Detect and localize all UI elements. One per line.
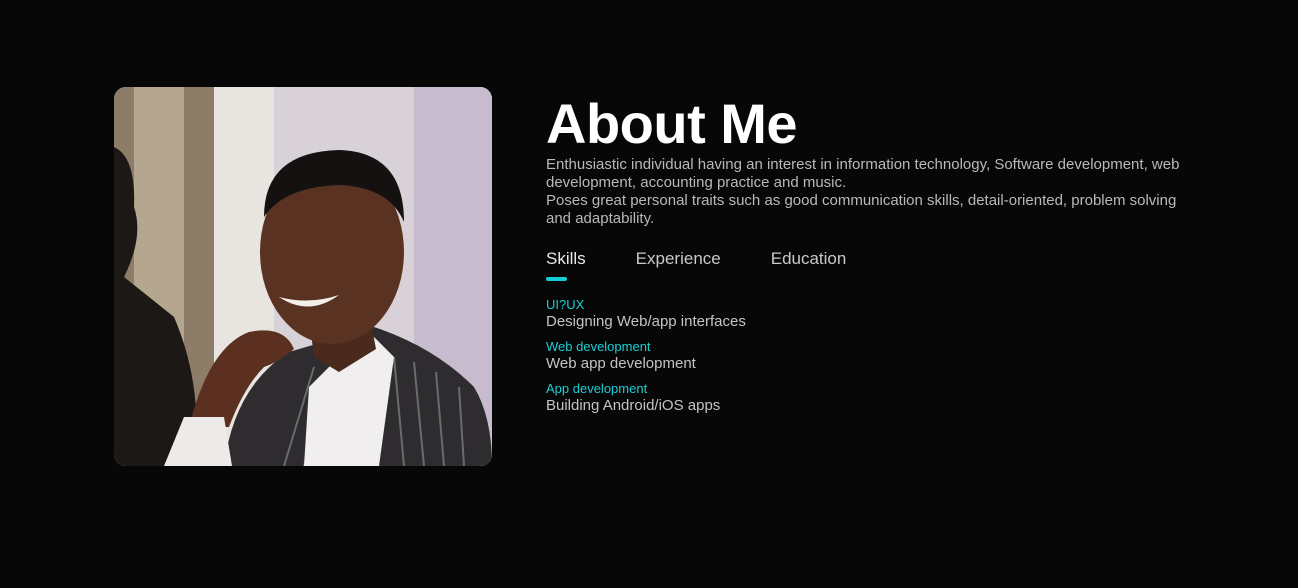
tab-bar: Skills Experience Education [546, 248, 1206, 284]
skill-description: Web app development [546, 355, 696, 372]
about-content: About Me Enthusiastic individual having … [546, 94, 1206, 424]
list-item: App development Building Android/iOS app… [546, 382, 1206, 415]
tab-education[interactable]: Education [771, 248, 847, 284]
about-section: About Me Enthusiastic individual having … [0, 0, 1298, 588]
skill-name: Web development [546, 339, 651, 354]
list-item: Web development Web app development [546, 340, 1206, 373]
skill-description: Designing Web/app interfaces [546, 313, 746, 330]
skill-description: Building Android/iOS apps [546, 397, 721, 414]
tab-skills[interactable]: Skills [546, 248, 586, 284]
tab-experience[interactable]: Experience [636, 248, 721, 284]
bio-paragraph-2: Poses great personal traits such as good… [546, 192, 1177, 227]
skill-name: UI?UX [546, 297, 585, 312]
skills-list: UI?UX Designing Web/app interfaces Web d… [546, 298, 1206, 415]
page-title: About Me [546, 92, 798, 155]
list-item: UI?UX Designing Web/app interfaces [546, 298, 1206, 331]
bio-text: Enthusiastic individual having an intere… [546, 156, 1196, 228]
bio-paragraph-1: Enthusiastic individual having an intere… [546, 156, 1180, 191]
skill-name: App development [546, 381, 648, 396]
profile-photo [114, 87, 492, 466]
